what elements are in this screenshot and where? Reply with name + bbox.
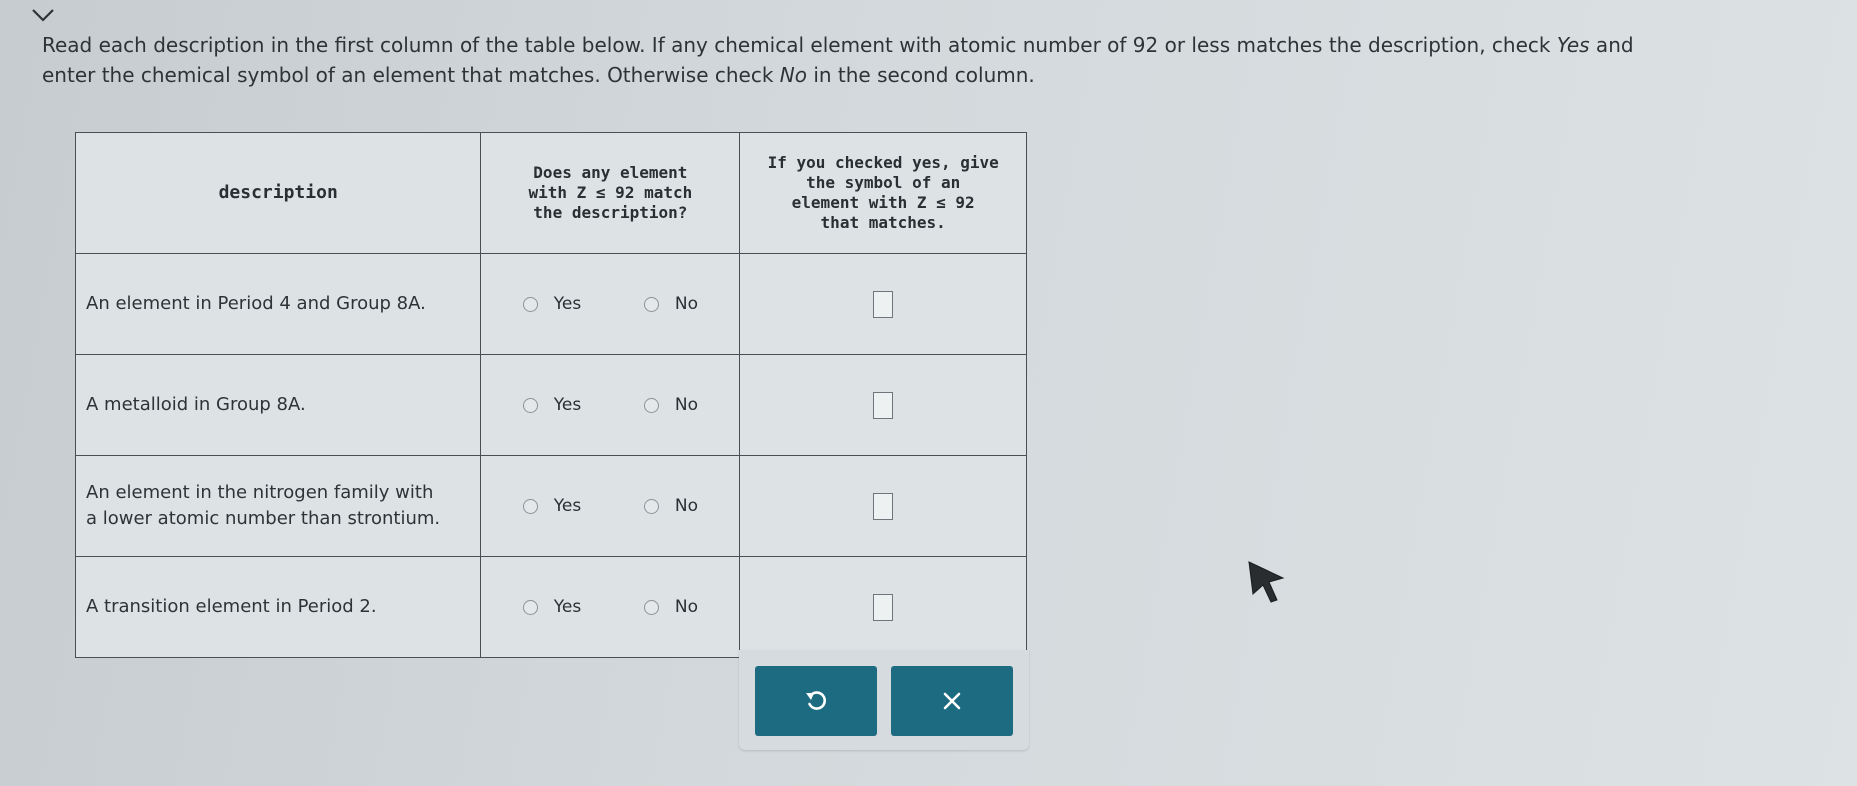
- undo-button[interactable]: [755, 666, 877, 736]
- question-table: description Does any element with Z ≤ 92…: [74, 132, 1027, 658]
- row-description: A transition element in Period 2.: [74, 556, 482, 658]
- instructions-text: Read each description in the first colum…: [42, 30, 1842, 90]
- radio-circle-icon[interactable]: [643, 397, 659, 413]
- row-match-choice: Yes No: [480, 354, 741, 456]
- row-match-choice: Yes No: [480, 253, 741, 355]
- row-symbol-cell: [739, 253, 1027, 355]
- row-match-choice: Yes No: [480, 455, 741, 557]
- table-row: An element in the nitrogen family with a…: [74, 455, 1027, 557]
- no-radio[interactable]: No: [643, 294, 698, 314]
- row-match-choice: Yes No: [480, 556, 741, 658]
- action-bar: [739, 650, 1029, 750]
- no-radio[interactable]: No: [643, 395, 698, 415]
- radio-circle-icon[interactable]: [522, 397, 538, 413]
- header-description: description: [74, 132, 482, 254]
- table-row: A metalloid in Group 8A. Yes No: [74, 354, 1027, 456]
- row-description: An element in Period 4 and Group 8A.: [74, 253, 482, 355]
- yes-radio[interactable]: Yes: [522, 597, 581, 617]
- yes-radio[interactable]: Yes: [522, 496, 581, 516]
- radio-circle-icon[interactable]: [522, 498, 538, 514]
- mouse-pointer-icon: [1248, 561, 1285, 603]
- header-match: Does any element with Z ≤ 92 match the d…: [480, 132, 741, 254]
- radio-circle-icon[interactable]: [643, 498, 659, 514]
- symbol-input[interactable]: [873, 593, 894, 621]
- table-row: A transition element in Period 2. Yes No: [74, 556, 1027, 658]
- close-icon: [943, 692, 961, 710]
- row-symbol-cell: [739, 354, 1027, 456]
- clear-button[interactable]: [891, 666, 1013, 736]
- radio-circle-icon[interactable]: [522, 296, 538, 312]
- symbol-input[interactable]: [873, 391, 894, 419]
- radio-circle-icon[interactable]: [643, 296, 659, 312]
- row-symbol-cell: [739, 455, 1027, 557]
- table-header-row: description Does any element with Z ≤ 92…: [74, 132, 1027, 254]
- undo-icon: [806, 691, 826, 710]
- header-symbol: If you checked yes, give the symbol of a…: [739, 132, 1027, 254]
- table-row: An element in Period 4 and Group 8A. Yes…: [74, 253, 1027, 355]
- row-description: A metalloid in Group 8A.: [74, 354, 482, 456]
- instructions-line-1: Read each description in the first colum…: [42, 33, 1634, 57]
- no-radio[interactable]: No: [643, 597, 698, 617]
- symbol-input[interactable]: [873, 290, 894, 318]
- instructions-line-2: enter the chemical symbol of an element …: [42, 63, 1035, 87]
- chevron-down-icon[interactable]: [30, 6, 56, 24]
- symbol-input[interactable]: [873, 492, 894, 520]
- radio-circle-icon[interactable]: [643, 599, 659, 615]
- yes-radio[interactable]: Yes: [522, 294, 581, 314]
- row-symbol-cell: [739, 556, 1027, 658]
- radio-circle-icon[interactable]: [522, 599, 538, 615]
- no-radio[interactable]: No: [643, 496, 698, 516]
- row-description: An element in the nitrogen family with a…: [74, 455, 482, 557]
- yes-radio[interactable]: Yes: [522, 395, 581, 415]
